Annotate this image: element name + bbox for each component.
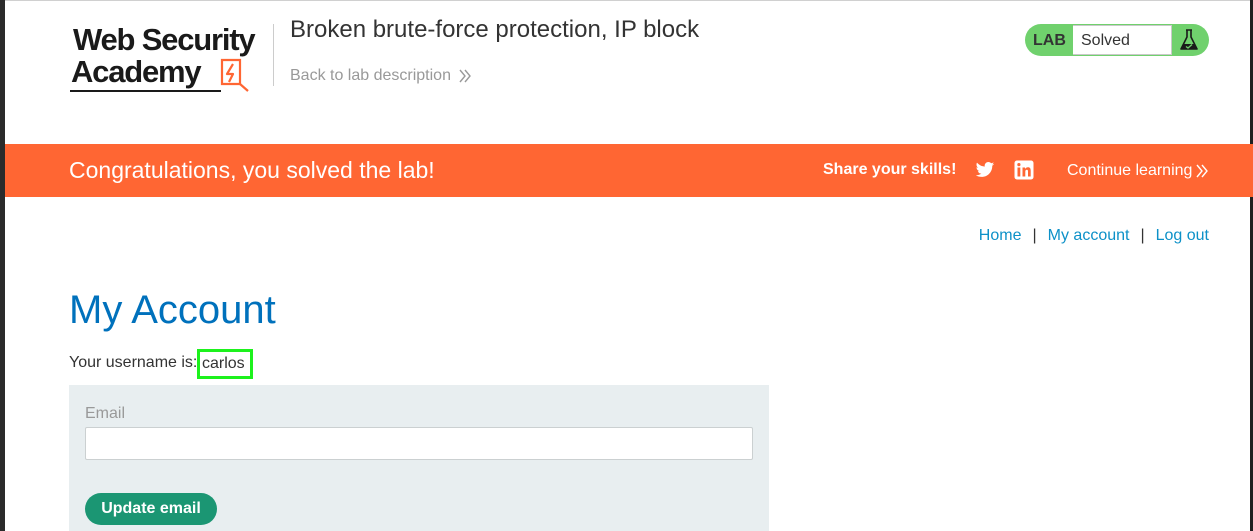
nav-separator: | xyxy=(1032,227,1037,244)
double-chevron-right-icon xyxy=(459,69,471,83)
account-nav: Home | My account | Log out xyxy=(979,227,1209,245)
web-security-academy-logo[interactable]: Web Security Academy xyxy=(70,22,272,94)
logo-underline xyxy=(70,90,221,92)
lightning-bolt-icon xyxy=(220,58,249,92)
update-email-form: Email Update email xyxy=(69,385,769,531)
logo-text-line2: Academy xyxy=(71,54,202,89)
update-email-button[interactable]: Update email xyxy=(85,493,217,525)
back-to-lab-description-link[interactable]: Back to lab description xyxy=(290,67,472,85)
lab-badge: LAB xyxy=(1033,32,1066,49)
nav-log-out-link[interactable]: Log out xyxy=(1156,227,1209,245)
logo-text-line1: Web Security xyxy=(73,22,256,57)
twitter-icon[interactable] xyxy=(975,160,995,180)
lab-status-widget: LAB Solved xyxy=(1025,24,1209,56)
share-skills-label: Share your skills! xyxy=(823,161,957,178)
solved-banner: Congratulations, you solved the lab! Sha… xyxy=(5,144,1253,197)
nav-separator: | xyxy=(1140,227,1145,244)
double-chevron-right-icon xyxy=(1196,164,1209,177)
username-label: Your username is: xyxy=(69,354,198,371)
lab-status-text: Solved xyxy=(1073,25,1172,55)
nav-my-account-link[interactable]: My account xyxy=(1048,227,1130,245)
lab-title: Broken brute-force protection, IP block xyxy=(290,16,700,43)
email-input[interactable] xyxy=(85,427,753,460)
nav-home-link[interactable]: Home xyxy=(979,227,1022,245)
header-divider xyxy=(273,24,274,86)
window-left-edge xyxy=(0,0,5,531)
page-title: My Account xyxy=(69,288,276,332)
continue-learning-link[interactable]: Continue learning xyxy=(1067,144,1209,197)
email-label: Email xyxy=(85,405,126,422)
window-top-edge xyxy=(0,0,1253,1)
flask-icon xyxy=(1180,29,1198,50)
linkedin-icon[interactable] xyxy=(1014,160,1034,180)
back-link-label: Back to lab description xyxy=(290,67,451,84)
congratulations-message: Congratulations, you solved the lab! xyxy=(69,157,435,183)
continue-learning-label: Continue learning xyxy=(1067,162,1193,179)
username-value: carlos xyxy=(197,349,253,379)
